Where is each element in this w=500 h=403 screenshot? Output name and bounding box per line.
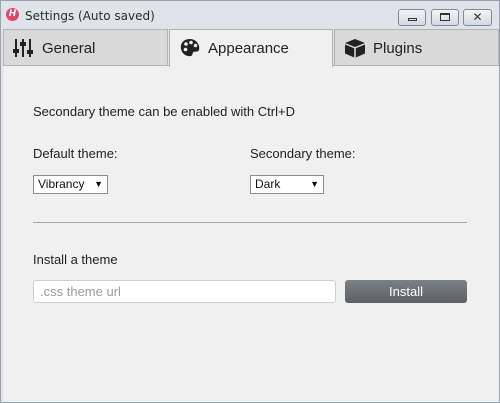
tab-general[interactable]: General: [3, 29, 168, 65]
appearance-panel: Secondary theme can be enabled with Ctrl…: [3, 65, 499, 402]
secondary-theme-hint: Secondary theme can be enabled with Ctrl…: [33, 104, 295, 119]
install-theme-label: Install a theme: [33, 252, 118, 267]
settings-window: H Settings (Auto saved) ✕ General Appear…: [0, 0, 500, 403]
tab-appearance[interactable]: Appearance: [169, 29, 333, 67]
theme-url-input[interactable]: [33, 280, 336, 303]
install-button[interactable]: Install: [345, 280, 467, 303]
section-divider: [33, 222, 467, 223]
tab-appearance-label: Appearance: [208, 40, 289, 57]
secondary-theme-value: Dark: [255, 177, 281, 191]
title-bar[interactable]: H Settings (Auto saved) ✕: [1, 1, 499, 29]
default-theme-value: Vibrancy: [38, 177, 85, 191]
maximize-button[interactable]: [431, 9, 459, 26]
tab-plugins-label: Plugins: [373, 40, 423, 57]
minimize-button[interactable]: [398, 9, 426, 26]
secondary-theme-label: Secondary theme:: [250, 146, 356, 161]
app-logo-icon: H: [6, 8, 19, 21]
tab-bar: General Appearance Plugins: [3, 29, 499, 67]
secondary-theme-select[interactable]: Dark ▼: [250, 175, 324, 194]
sliders-icon: [13, 39, 33, 57]
cube-icon: [345, 39, 365, 58]
window-title: Settings (Auto saved): [25, 9, 155, 23]
default-theme-label: Default theme:: [33, 146, 118, 161]
tab-general-label: General: [42, 40, 96, 57]
default-theme-select[interactable]: Vibrancy ▼: [33, 175, 108, 194]
minimize-icon: [407, 18, 417, 21]
close-button[interactable]: ✕: [463, 9, 492, 26]
palette-icon: [180, 39, 200, 57]
tab-plugins[interactable]: Plugins: [334, 29, 499, 65]
maximize-icon: [440, 13, 450, 21]
dropdown-arrow-icon: ▼: [310, 179, 319, 189]
dropdown-arrow-icon: ▼: [94, 179, 103, 189]
